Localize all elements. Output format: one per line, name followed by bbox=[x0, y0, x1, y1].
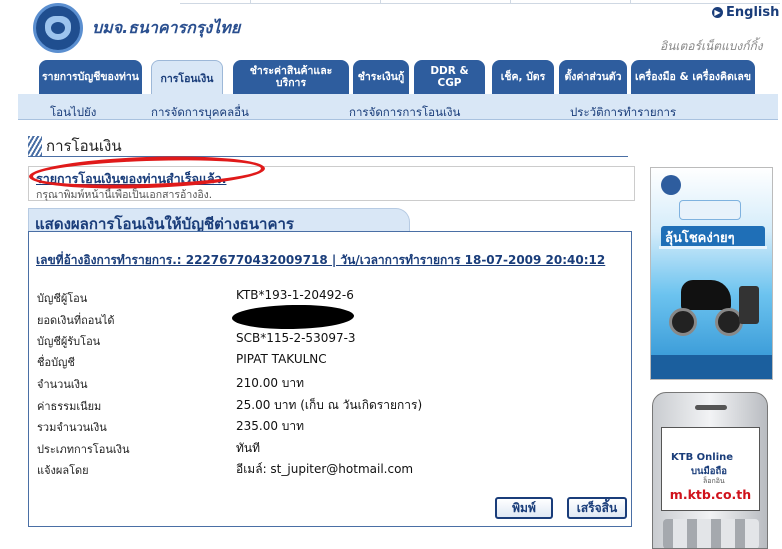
result-panel bbox=[28, 231, 632, 527]
tab-ddr-cgp[interactable]: DDR & CGP bbox=[414, 60, 485, 94]
motorcycle-icon bbox=[681, 280, 731, 310]
to-account-value: SCB*115-2-53097-3 bbox=[236, 331, 356, 345]
transfer-type-value: ทันที bbox=[236, 441, 261, 455]
section-title: การโอนเงิน bbox=[28, 134, 628, 158]
tab-tools[interactable]: เครื่องมือ & เครื่องคิดเลข bbox=[631, 60, 755, 94]
tab-transfer[interactable]: การโอนเงิน bbox=[151, 60, 223, 96]
tagline: อินเตอร์เน็ตแบงก์กิ้ง bbox=[660, 39, 763, 53]
tab-settings[interactable]: ตั้งค่าส่วนตัว bbox=[559, 60, 627, 94]
amount-label: จำนวนเงิน bbox=[37, 378, 88, 391]
phone-line-1: KTB Online bbox=[671, 452, 734, 463]
available-balance-label: ยอดเงินที่ถอนได้ bbox=[37, 314, 115, 327]
bank-logo bbox=[33, 3, 83, 53]
phone-keypad bbox=[663, 519, 759, 548]
tab-cheque-card[interactable]: เช็ค, บัตร bbox=[492, 60, 554, 94]
total-label: รวมจำนวนเงิน bbox=[37, 421, 107, 434]
subnav-manage-others[interactable]: การจัดการบุคคลอื่น bbox=[151, 104, 249, 122]
english-language-link[interactable]: ▶ English bbox=[712, 5, 779, 20]
phone-line-3: ล็อกอิน bbox=[703, 477, 725, 485]
subnav-transfer-to[interactable]: โอนไปยัง bbox=[50, 104, 96, 122]
tab-loan-payment[interactable]: ชำระเงินกู้ bbox=[353, 60, 409, 94]
promo-banner[interactable]: ลุ้นโชคง่ายๆ bbox=[650, 167, 773, 380]
reference-line: เลขที่อ้างอิงการทำรายการ.: 2227677043200… bbox=[36, 253, 606, 267]
ktb-badge-icon bbox=[661, 175, 681, 195]
fee-value: 25.00 บาท (เก็บ ณ วันเกิดรายการ) bbox=[236, 398, 423, 412]
section-stripes-icon bbox=[28, 136, 42, 156]
done-button[interactable]: เสร็จสิ้น bbox=[567, 497, 627, 519]
arrow-right-icon: ▶ bbox=[712, 7, 723, 18]
transfer-type-label: ประเภทการโอนเงิน bbox=[37, 443, 130, 456]
main-tabs: รายการบัญชีของท่าน การโอนเงิน ชำระค่าสิน… bbox=[39, 60, 779, 96]
sub-navigation: โอนไปยัง การจัดการบุคคลอื่น การจัดการการ… bbox=[18, 94, 778, 120]
mobile-phone-icon bbox=[739, 286, 759, 324]
subnav-manage-transfers[interactable]: การจัดการการโอนเงิน bbox=[349, 104, 460, 122]
tab-accounts[interactable]: รายการบัญชีของท่าน bbox=[39, 60, 142, 94]
notify-by-value: อีเมล์: st_jupiter@hotmail.com bbox=[236, 462, 414, 476]
mobile-banking-banner[interactable]: KTB Online บนมือถือ ล็อกอิน m.ktb.co.th bbox=[652, 392, 768, 549]
account-name-value: PIPAT TAKULNC bbox=[236, 352, 327, 366]
page: บมจ.ธนาคารกรุงไทย ▶ English อินเตอร์เน็ตแ… bbox=[0, 0, 782, 549]
result-panel-header: แสดงผลการโอนเงินให้บัญชีต่างธนาคาร bbox=[28, 208, 410, 233]
mobile-url: m.ktb.co.th bbox=[669, 487, 752, 502]
tab-bill-payment[interactable]: ชำระค่าสินค้าและบริการ bbox=[233, 60, 349, 94]
total-value: 235.00 บาท bbox=[236, 419, 305, 433]
notify-by-label: แจ้งผลโดย bbox=[37, 464, 89, 477]
subnav-transaction-history[interactable]: ประวัติการทำรายการ bbox=[570, 104, 676, 122]
to-account-label: บัญชีผู้รับโอน bbox=[37, 335, 101, 348]
bank-name: บมจ.ธนาคารกรุงไทย bbox=[92, 18, 241, 37]
amount-value: 210.00 บาท bbox=[236, 376, 305, 390]
fee-label: ค่าธรรมเนียม bbox=[37, 400, 102, 413]
from-account-label: บัญชีผู้โอน bbox=[37, 292, 88, 305]
print-hint: กรุณาพิมพ์หน้านี้เพื่อเป็นเอกสารอ้างอิง. bbox=[36, 189, 213, 201]
top-strip bbox=[180, 0, 780, 4]
print-button[interactable]: พิมพ์ bbox=[495, 497, 553, 519]
card-image bbox=[679, 200, 741, 220]
account-name-label: ชื่อบัญชี bbox=[37, 356, 75, 369]
from-account-value: KTB*193-1-20492-6 bbox=[236, 288, 354, 302]
